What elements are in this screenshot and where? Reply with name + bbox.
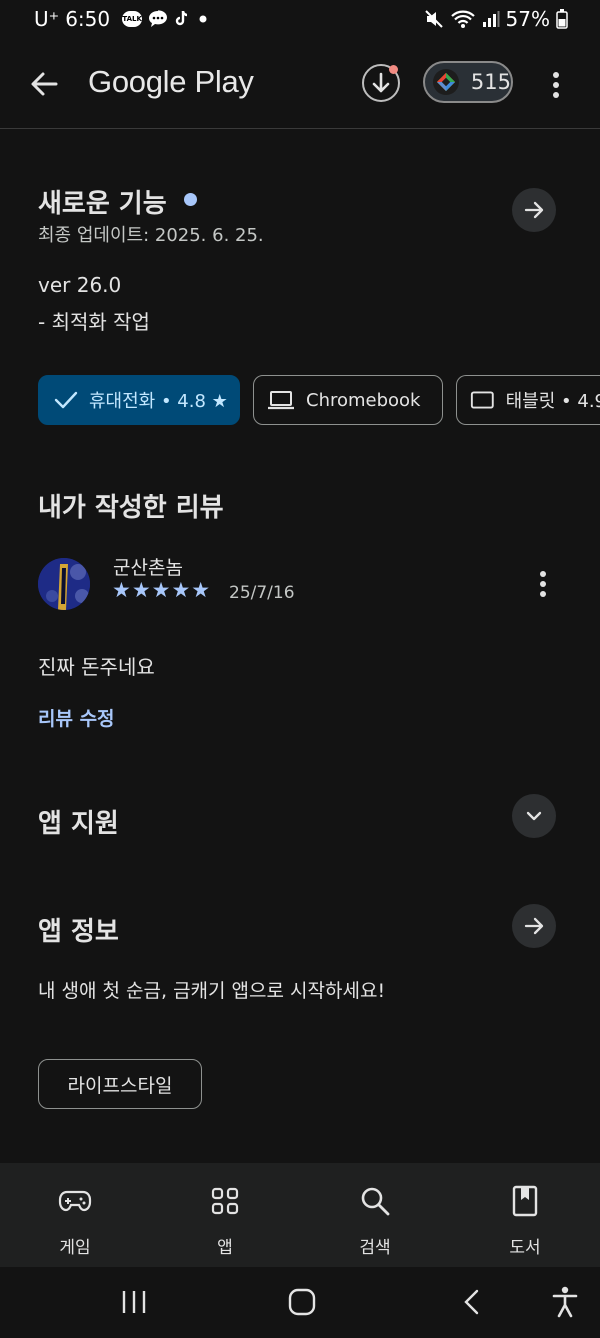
search-icon bbox=[355, 1181, 395, 1221]
app-support-title: 앱 지원 bbox=[38, 809, 119, 839]
review-author: 군산촌놈 bbox=[113, 557, 183, 579]
back-button[interactable] bbox=[22, 64, 66, 104]
battery-percent: 57% bbox=[505, 7, 550, 31]
nav-search[interactable]: 검색 bbox=[300, 1163, 450, 1267]
app-description: 내 생애 첫 순금, 금캐기 앱으로 시작하세요! bbox=[38, 980, 386, 1002]
app-support-expand-button[interactable] bbox=[512, 794, 556, 838]
system-back-button[interactable] bbox=[458, 1287, 486, 1317]
version-text: ver 26.0 bbox=[38, 273, 122, 297]
message-icon bbox=[149, 10, 168, 27]
my-review-heading: 내가 작성한 리뷰 bbox=[38, 493, 224, 523]
system-navigation-bar bbox=[0, 1267, 600, 1338]
recent-apps-button[interactable] bbox=[118, 1287, 150, 1317]
nav-label: 게임 bbox=[59, 1238, 91, 1258]
category-chip[interactable]: 라이프스타일 bbox=[38, 1059, 202, 1109]
tiktok-icon bbox=[175, 10, 188, 26]
accessibility-icon bbox=[552, 1286, 578, 1318]
nav-label: 도서 bbox=[509, 1238, 541, 1258]
chip-label: 태블릿 • 4.9 bbox=[505, 391, 600, 412]
signal-icon bbox=[482, 11, 500, 27]
battery-icon bbox=[556, 9, 568, 29]
nav-books[interactable]: 도서 bbox=[450, 1163, 600, 1267]
nav-games[interactable]: 게임 bbox=[0, 1163, 150, 1267]
nav-label: 앱 bbox=[217, 1238, 233, 1258]
more-options-button[interactable] bbox=[540, 68, 572, 102]
home-button[interactable] bbox=[286, 1286, 318, 1318]
clock: 6:50 bbox=[65, 7, 111, 31]
carrier-label: U⁺ bbox=[34, 7, 60, 31]
home-icon bbox=[288, 1288, 316, 1316]
last-updated: 최종 업데이트: 2025. 6. 25. bbox=[38, 225, 264, 246]
status-bar: U⁺ 6:50 TALK 57% bbox=[0, 0, 600, 40]
mute-icon bbox=[424, 10, 443, 28]
notification-dot bbox=[389, 65, 398, 74]
play-points-icon bbox=[433, 69, 459, 95]
app-info-title: 앱 정보 bbox=[38, 917, 119, 947]
google-play-logo: Google Play bbox=[88, 64, 254, 99]
apps-grid-icon bbox=[205, 1181, 245, 1221]
nav-apps[interactable]: 앱 bbox=[150, 1163, 300, 1267]
review-stars: ★★★★★ bbox=[112, 578, 212, 602]
edit-review-link[interactable]: 리뷰 수정 bbox=[38, 704, 115, 731]
wifi-icon bbox=[450, 10, 475, 28]
accessibility-button[interactable] bbox=[550, 1285, 580, 1319]
tablet-icon bbox=[470, 391, 494, 409]
recent-apps-icon bbox=[122, 1291, 146, 1313]
arrow-forward-icon bbox=[524, 917, 544, 935]
dot-icon bbox=[199, 15, 207, 23]
review-date: 25/7/16 bbox=[229, 583, 295, 603]
check-icon bbox=[54, 391, 78, 409]
new-indicator-dot bbox=[183, 193, 197, 206]
book-icon bbox=[505, 1181, 545, 1221]
more-vert-icon bbox=[553, 72, 559, 98]
gamepad-icon bbox=[55, 1181, 95, 1221]
whats-new-arrow-button[interactable] bbox=[512, 188, 556, 232]
chip-label: Chromebook bbox=[306, 389, 421, 411]
arrow-forward-icon bbox=[524, 201, 544, 219]
review-text: 진짜 돈주네요 bbox=[38, 655, 155, 679]
chevron-left-icon bbox=[464, 1289, 479, 1315]
device-chip-chromebook[interactable]: Chromebook bbox=[253, 375, 443, 425]
more-vert-icon bbox=[540, 571, 546, 597]
kakaotalk-icon: TALK bbox=[122, 11, 143, 27]
update-note: - 최적화 작업 bbox=[38, 310, 150, 334]
bottom-navigation: 게임 앱 검색 도서 bbox=[0, 1163, 600, 1267]
play-points-button[interactable]: 515 bbox=[423, 61, 513, 103]
app-info-arrow-button[interactable] bbox=[512, 904, 556, 948]
avatar bbox=[38, 558, 90, 610]
play-points-count: 515 bbox=[470, 70, 511, 94]
nav-label: 검색 bbox=[359, 1238, 391, 1258]
arrow-back-icon bbox=[31, 72, 58, 96]
laptop-icon bbox=[268, 391, 294, 410]
whats-new-title: 새로운 기능 bbox=[38, 183, 197, 220]
chip-label: 휴대전화 • 4.8 ★ bbox=[89, 391, 228, 412]
review-more-button[interactable] bbox=[527, 568, 559, 600]
device-chip-tablet[interactable]: 태블릿 • 4.9 bbox=[456, 375, 600, 425]
chevron-down-icon bbox=[526, 811, 542, 821]
device-chip-phone[interactable]: 휴대전화 • 4.8 ★ bbox=[38, 375, 240, 425]
app-bar: Google Play 515 bbox=[0, 40, 600, 129]
